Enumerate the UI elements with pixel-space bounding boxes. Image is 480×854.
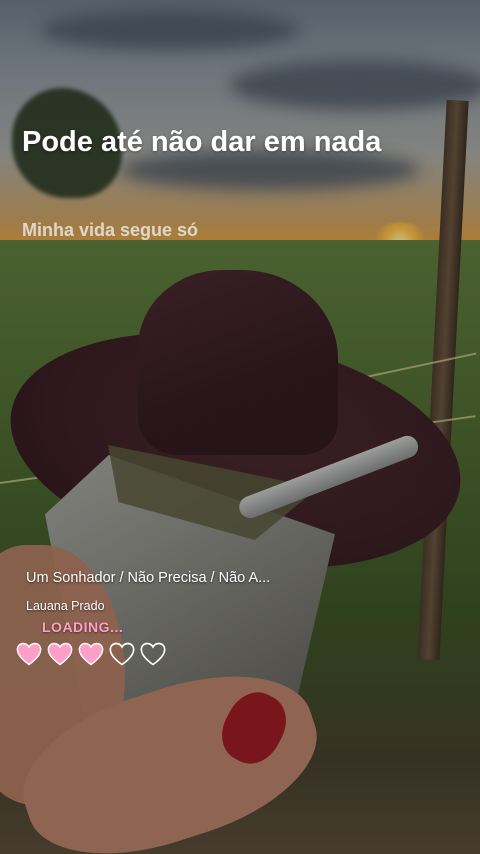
loading-label: LOADING...	[42, 619, 124, 635]
heart-empty-icon	[140, 642, 166, 666]
artist-name[interactable]: Lauana Prado	[26, 599, 105, 613]
story-title: Pode até não dar em nada	[22, 126, 382, 158]
story-subtitle: Minha vida segue só	[22, 220, 199, 240]
heart-filled-icon	[16, 642, 42, 666]
heart-empty-icon	[109, 642, 135, 666]
heart-filled-icon	[78, 642, 104, 666]
song-title[interactable]: Um Sonhador / Não Precisa / Não A...	[26, 570, 270, 586]
progress-hearts	[14, 640, 168, 668]
heart-filled-icon	[47, 642, 73, 666]
